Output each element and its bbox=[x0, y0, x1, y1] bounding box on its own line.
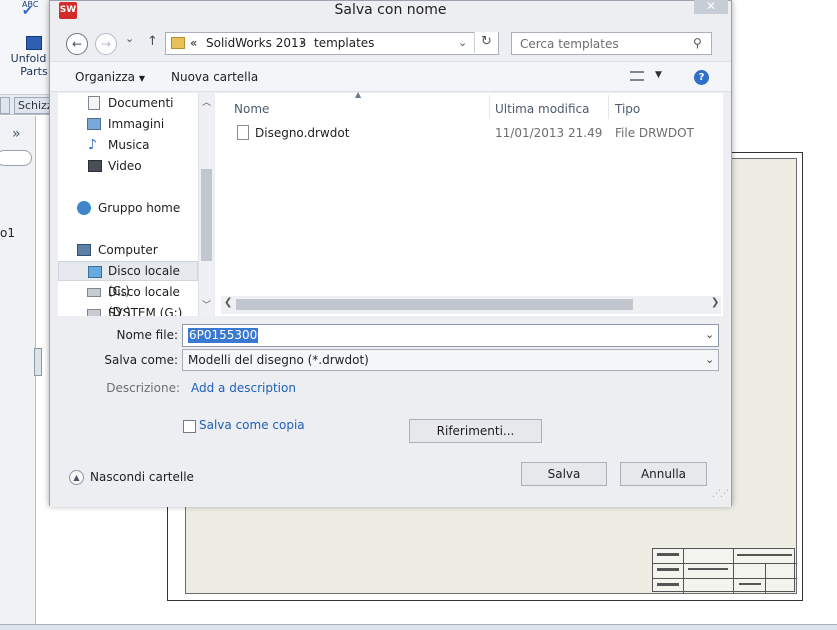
scroll-right-icon[interactable]: ❯ bbox=[711, 297, 719, 308]
drive-g-icon bbox=[87, 309, 101, 316]
sidebar-item-disco-c[interactable]: Disco locale (C:) bbox=[58, 261, 198, 298]
table-row[interactable]: Disegno.drwdot 11/01/2013 21.49 File DRW… bbox=[223, 121, 718, 145]
filename-value[interactable]: 6P0155300 bbox=[188, 328, 259, 343]
homegroup-icon bbox=[77, 201, 91, 215]
search-box[interactable]: Cerca templates ⚲ bbox=[511, 32, 712, 55]
unfold-icon[interactable] bbox=[26, 36, 42, 50]
add-description-link[interactable]: Add a description bbox=[191, 381, 296, 395]
help-icon[interactable]: ? bbox=[694, 70, 709, 85]
savetype-dropdown-icon[interactable]: ⌄ bbox=[705, 353, 714, 366]
chevron-up-icon: ▲ bbox=[69, 470, 84, 485]
navigation-scrollbar[interactable]: ︿ ﹀ bbox=[198, 93, 214, 316]
back-button[interactable]: ← bbox=[66, 33, 88, 55]
folder-icon bbox=[171, 37, 185, 49]
sort-ascending-icon: ▲ bbox=[355, 90, 362, 99]
panel-filter-field[interactable] bbox=[0, 150, 32, 166]
filename-dropdown-icon[interactable]: ⌄ bbox=[705, 328, 714, 341]
sidebar-item-system-g[interactable]: SYSTEM (G:) bbox=[58, 303, 198, 316]
scroll-up-icon[interactable]: ︿ bbox=[202, 95, 211, 108]
scroll-left-icon[interactable]: ❮ bbox=[224, 297, 232, 308]
documents-icon bbox=[88, 96, 100, 110]
sidebar-item-disco-d[interactable]: Disco locale (D:) bbox=[58, 282, 198, 316]
drive-c-icon bbox=[88, 266, 102, 278]
pictures-icon bbox=[87, 118, 101, 130]
panel-resize-handle[interactable] bbox=[34, 348, 42, 376]
filename-label: Nome file: bbox=[116, 328, 178, 342]
scrollbar-thumb[interactable] bbox=[201, 169, 212, 261]
breadcrumb-solidworks[interactable]: SolidWorks 2013 bbox=[206, 36, 306, 50]
sidebar-item-computer[interactable]: Computer bbox=[58, 240, 198, 260]
view-dropdown-icon[interactable]: ▼ bbox=[655, 70, 662, 80]
file-modified: 11/01/2013 21.49 bbox=[495, 126, 603, 140]
savetype-label: Salva come: bbox=[104, 353, 178, 367]
panel-tree-item[interactable]: o1 bbox=[0, 226, 15, 240]
sidebar-item-immagini[interactable]: Immagini bbox=[58, 114, 198, 134]
savetype-select[interactable]: Modelli del disegno (*.drwdot) ⌄ bbox=[182, 349, 719, 371]
refresh-button[interactable]: ↻ bbox=[474, 32, 498, 53]
filename-field[interactable]: 6P0155300 ⌄ bbox=[182, 324, 719, 347]
sidebar-item-documenti[interactable]: Documenti bbox=[58, 93, 198, 113]
computer-icon bbox=[77, 244, 91, 256]
status-bar bbox=[0, 624, 837, 630]
file-icon bbox=[237, 125, 249, 140]
sidebar-item-video[interactable]: Video bbox=[58, 156, 198, 176]
save-as-copy-checkbox[interactable] bbox=[183, 420, 196, 433]
save-button[interactable]: Salva bbox=[521, 462, 607, 486]
file-list-scrollbar[interactable]: ❮ ❯ bbox=[221, 296, 721, 314]
file-name: Disegno.drwdot bbox=[255, 126, 350, 140]
breadcrumb-separator-icon[interactable]: ▸ bbox=[301, 38, 306, 48]
drive-d-icon bbox=[87, 288, 101, 297]
check-icon[interactable]: ✔ bbox=[22, 4, 33, 19]
feature-manager-panel bbox=[0, 116, 36, 630]
expand-panel-icon[interactable]: » bbox=[12, 126, 21, 142]
organize-button[interactable]: Organizza ▼ bbox=[75, 70, 145, 84]
music-icon: ♪ bbox=[88, 137, 97, 153]
column-header-type[interactable]: Tipo bbox=[615, 98, 640, 120]
sidebar-item-musica[interactable]: ♪ Musica bbox=[58, 135, 198, 155]
address-bar[interactable]: « SolidWorks 2013 ▸ templates ⌄ bbox=[165, 32, 499, 55]
column-header-modified[interactable]: Ultima modifica bbox=[495, 98, 590, 120]
references-button[interactable]: Riferimenti... bbox=[409, 419, 542, 443]
cancel-button[interactable]: Annulla bbox=[620, 462, 707, 486]
file-list: ▲ Nome Ultima modifica Tipo Disegno.drwd… bbox=[215, 90, 723, 316]
save-form: Nome file: 6P0155300 ⌄ Salva come: Model… bbox=[50, 317, 731, 507]
hide-folders-button[interactable]: ▲ Nascondi cartelle bbox=[69, 469, 209, 487]
resize-grip-icon[interactable]: ⋰⋰ bbox=[712, 489, 729, 499]
search-icon[interactable]: ⚲ bbox=[693, 36, 702, 50]
chevron-down-icon: ▼ bbox=[138, 74, 146, 83]
search-input[interactable]: Cerca templates bbox=[520, 37, 619, 51]
drawing-title-block bbox=[652, 548, 796, 593]
description-label: Descrizione: bbox=[106, 381, 180, 395]
address-dropdown-icon[interactable]: ⌄ bbox=[458, 36, 467, 49]
recent-locations-button[interactable]: ⌄ bbox=[125, 32, 134, 45]
view-options-icon[interactable] bbox=[630, 71, 644, 81]
up-button[interactable]: ↑ bbox=[147, 34, 158, 49]
savetype-value: Modelli del disegno (*.drwdot) bbox=[188, 353, 369, 367]
scroll-down-icon[interactable]: ﹀ bbox=[202, 298, 211, 311]
sidebar-item-gruppo-home[interactable]: Gruppo home bbox=[58, 198, 198, 218]
save-as-dialog: SW Salva con nome ✕ ← → ⌄ ↑ « SolidWorks… bbox=[49, 0, 732, 507]
breadcrumb-overflow[interactable]: « bbox=[190, 36, 197, 50]
save-as-copy-label[interactable]: Salva come copia bbox=[199, 418, 305, 432]
navigation-bar: ← → ⌄ ↑ « SolidWorks 2013 ▸ templates ⌄ … bbox=[50, 29, 731, 59]
breadcrumb-templates[interactable]: templates bbox=[314, 36, 374, 50]
close-button[interactable]: ✕ bbox=[694, 0, 728, 14]
hide-folders-label: Nascondi cartelle bbox=[90, 470, 194, 484]
new-folder-button[interactable]: Nuova cartella bbox=[171, 70, 258, 84]
navigation-pane: Documenti Immagini ♪ Musica Video Gruppo… bbox=[58, 93, 198, 316]
forward-button[interactable]: → bbox=[95, 33, 117, 55]
video-icon bbox=[88, 160, 102, 172]
file-type: File DRWDOT bbox=[615, 126, 694, 140]
command-bar: Organizza ▼ Nuova cartella ▼ ? bbox=[50, 61, 731, 92]
horizontal-scrollbar-thumb[interactable] bbox=[236, 299, 633, 310]
column-header-name[interactable]: Nome bbox=[234, 98, 269, 120]
dialog-titlebar[interactable]: SW Salva con nome ✕ bbox=[50, 0, 731, 21]
tab-previous[interactable] bbox=[0, 97, 10, 114]
dialog-title: Salva con nome bbox=[334, 2, 447, 18]
